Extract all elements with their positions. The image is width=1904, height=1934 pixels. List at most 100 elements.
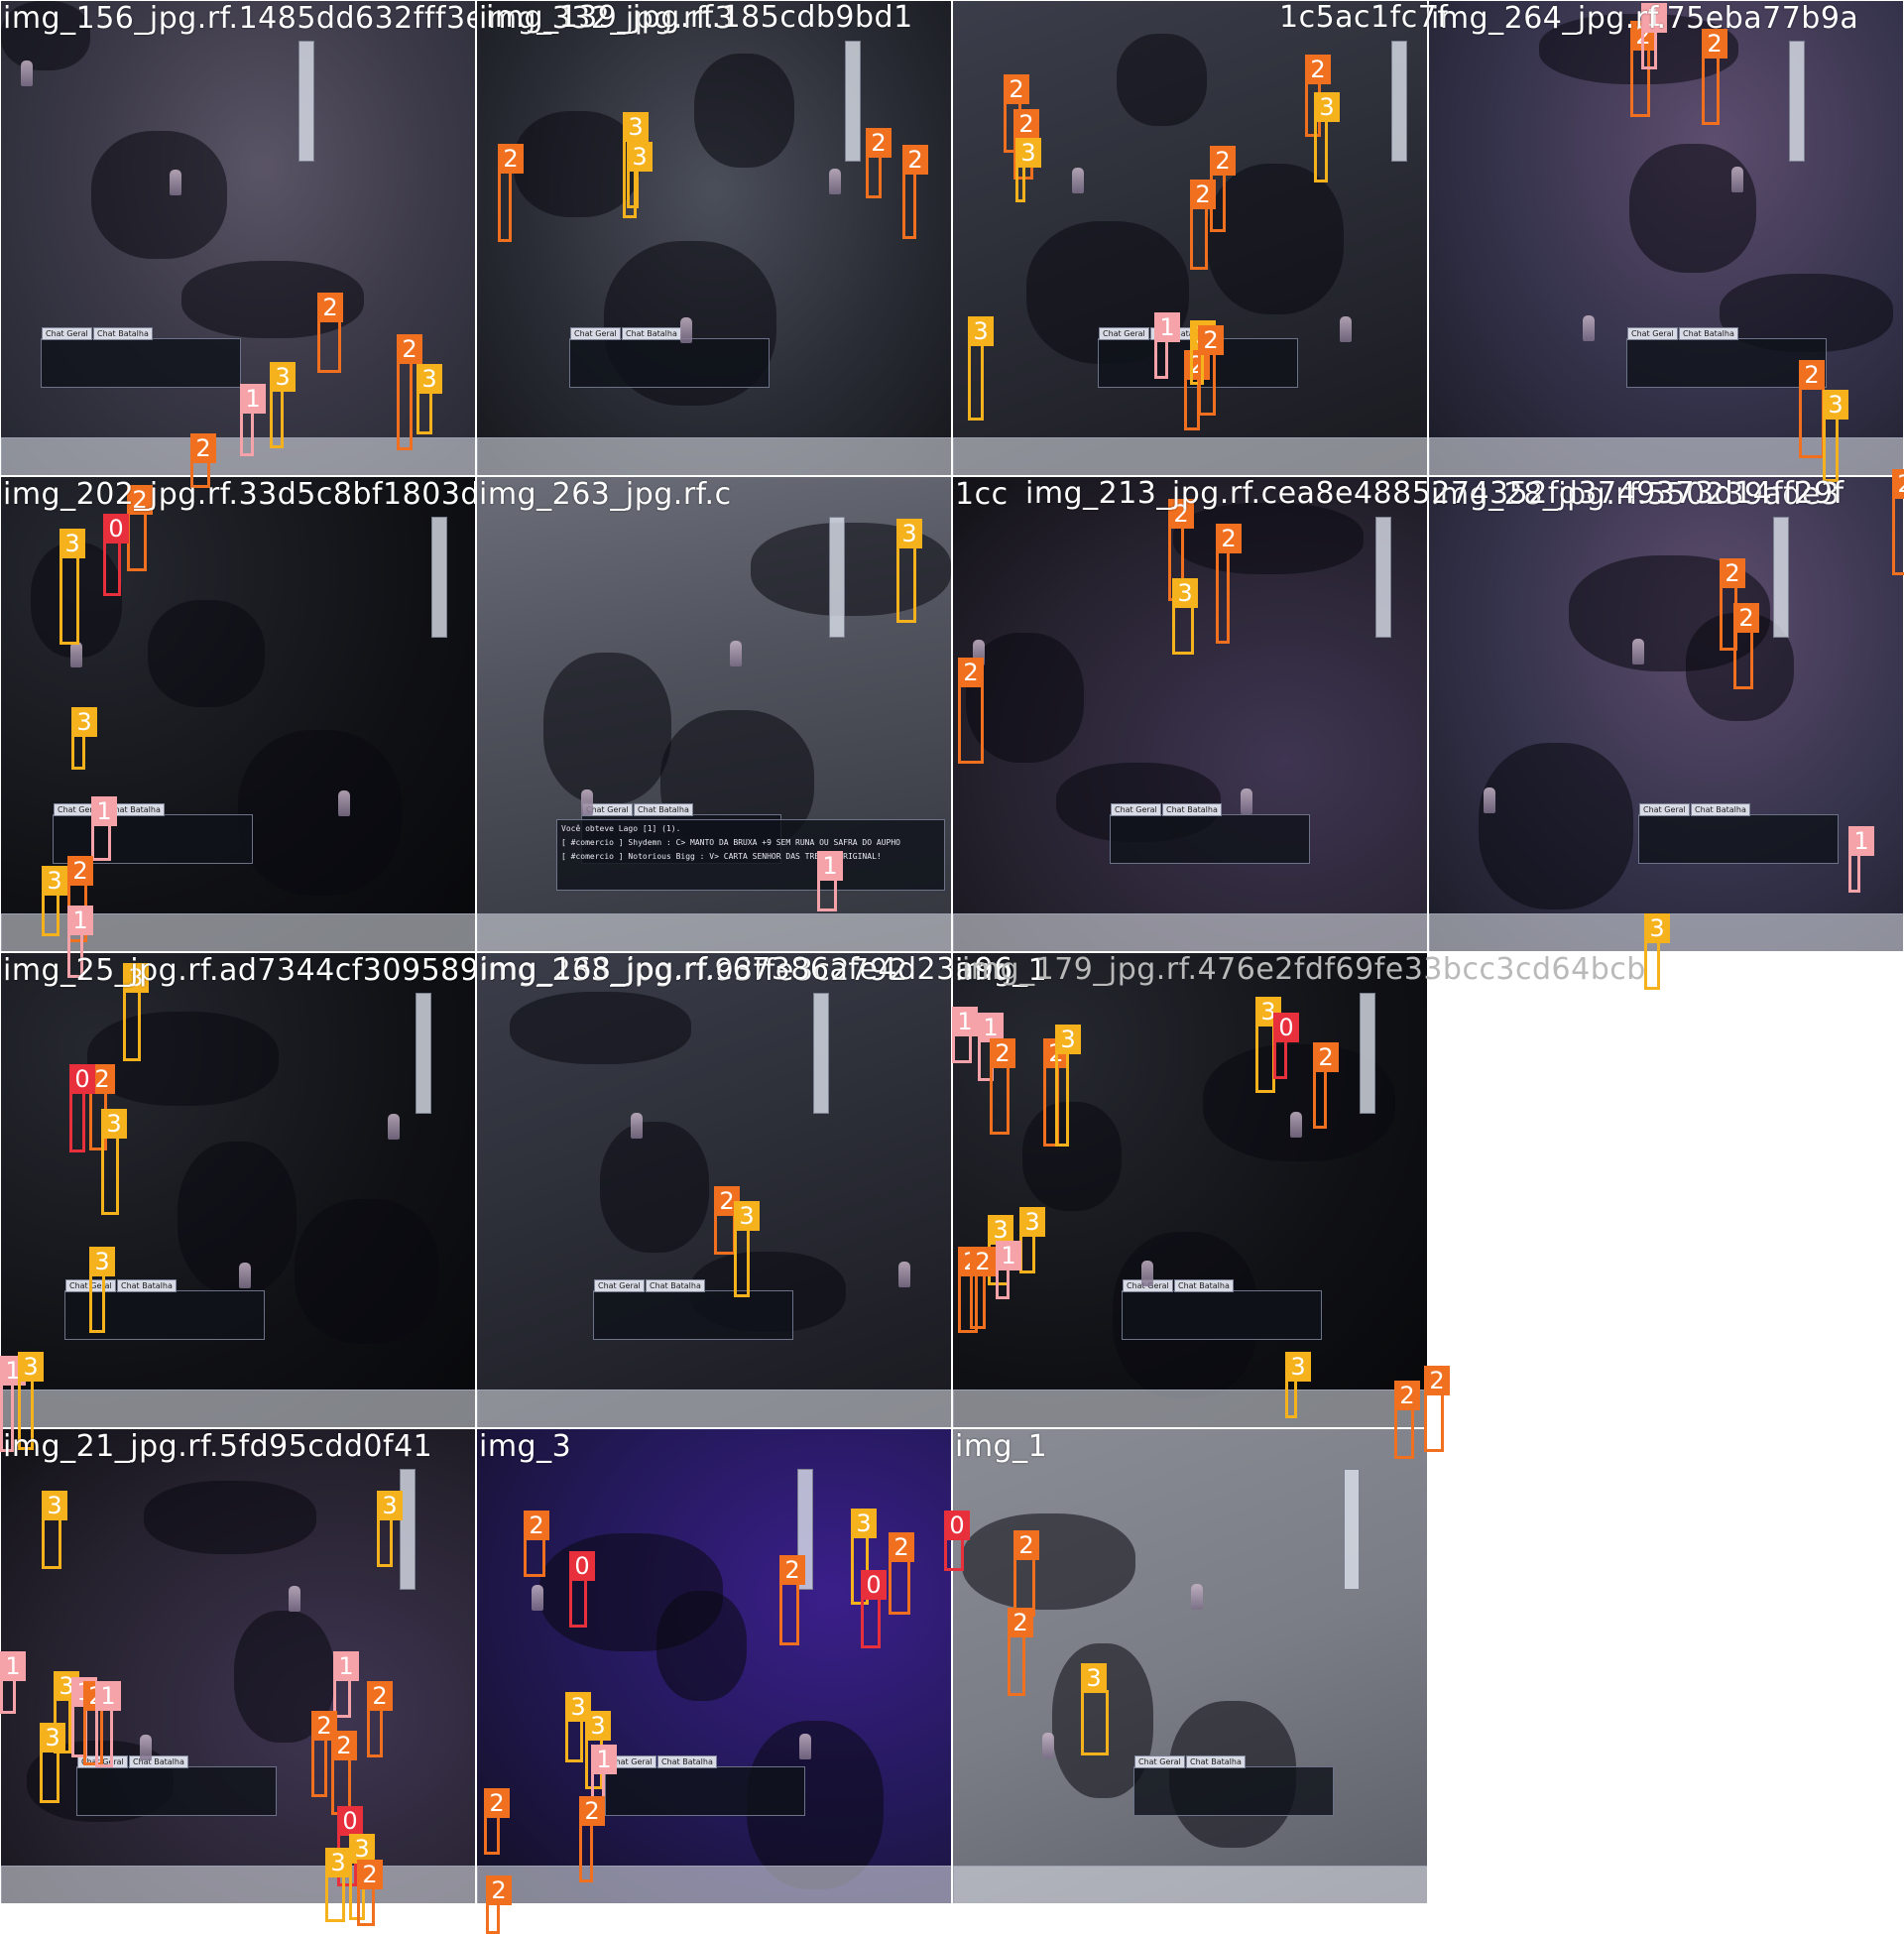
class-label-badge: 2: [1892, 469, 1904, 499]
chat-window[interactable]: Chat GeralChat Batalha: [76, 1755, 277, 1816]
class-label-badge: 3: [1172, 578, 1198, 608]
game-hotbar[interactable]: [477, 913, 951, 951]
chat-tab-general[interactable]: Chat Geral: [1134, 1755, 1185, 1768]
chat-tab-battle[interactable]: Chat Batalha: [93, 327, 153, 340]
chat-tab-general[interactable]: Chat Geral: [1099, 327, 1149, 340]
chat-window[interactable]: Chat GeralChat Batalha: [1122, 1279, 1322, 1340]
chat-tab-battle[interactable]: Chat Batalha: [1186, 1755, 1246, 1768]
player-sprite: [1042, 1733, 1054, 1758]
chat-window[interactable]: Chat GeralChat Batalha: [1626, 327, 1827, 388]
class-label-badge: 0: [1273, 1013, 1299, 1042]
chat-window[interactable]: Chat GeralChat Batalha: [1638, 803, 1839, 864]
chat-tab-general[interactable]: Chat Geral: [570, 327, 621, 340]
detection-box-class-3: 3: [1015, 138, 1041, 202]
tile-filename-label: img_139_jpg.rf.185cdb9bd1: [486, 0, 913, 35]
chat-tab-battle[interactable]: Chat Batalha: [1679, 327, 1738, 340]
skill-bar[interactable]: [431, 517, 447, 638]
skill-bar[interactable]: [1360, 993, 1375, 1114]
detection-box-class-2: 2: [958, 658, 984, 764]
chat-tab-battle[interactable]: Chat Batalha: [622, 327, 681, 340]
class-label-badge: 2: [1210, 146, 1236, 176]
class-label-badge: 0: [103, 514, 129, 544]
chat-tab-battle[interactable]: Chat Batalha: [634, 803, 693, 816]
mosaic-tile: Chat Geral Chat Batalha 1cc: [952, 476, 1428, 952]
game-hotbar[interactable]: [477, 437, 951, 475]
detection-box-class-3: 3: [1285, 1352, 1311, 1418]
game-hotbar[interactable]: [953, 437, 1427, 475]
chat-tab-general[interactable]: Chat Geral: [1627, 327, 1678, 340]
class-label-badge: 3: [734, 1201, 760, 1231]
mosaic-tile: Chat Geral Chat Batalha img_1: [952, 952, 1428, 1428]
detection-box-class-1: 1: [1641, 3, 1667, 69]
skill-bar[interactable]: [1773, 517, 1789, 638]
chat-tab-battle[interactable]: Chat Batalha: [1691, 803, 1750, 816]
detection-box-class-2: 2: [1799, 360, 1825, 458]
chat-window[interactable]: Chat GeralChat Batalha: [1110, 803, 1310, 864]
detection-box-class-3: 3: [565, 1692, 591, 1762]
skill-bar[interactable]: [1375, 517, 1391, 638]
skill-bar[interactable]: [416, 993, 431, 1114]
chat-tab-general[interactable]: Chat Geral: [1111, 803, 1161, 816]
detection-box-class-1: 1: [952, 1007, 978, 1063]
mosaic-tile: [1428, 952, 1904, 1428]
player-sprite: [388, 1114, 400, 1140]
chat-tab-battle[interactable]: Chat Batalha: [129, 1755, 188, 1768]
class-label-badge: 2: [1305, 55, 1331, 84]
skill-bar[interactable]: [1789, 41, 1805, 162]
class-label-badge: 0: [69, 1064, 95, 1094]
rock-shadow: [600, 1122, 709, 1253]
chat-window[interactable]: Chat GeralChat Batalha: [605, 1755, 805, 1816]
detection-box-class-1: 1: [1154, 312, 1180, 379]
game-hotbar[interactable]: [953, 913, 1427, 951]
chat-tab-battle[interactable]: Chat Batalha: [657, 1755, 717, 1768]
player-sprite: [631, 1113, 643, 1139]
skill-bar[interactable]: [829, 517, 845, 638]
chat-tab-general[interactable]: Chat Geral: [594, 1279, 645, 1292]
game-hotbar[interactable]: [477, 1866, 951, 1903]
tile-filename-label: img_263_jpg.rf.c: [479, 477, 732, 512]
detection-box-class-2: 2: [524, 1511, 549, 1577]
chat-window[interactable]: Chat GeralChat Batalha: [593, 1279, 793, 1340]
game-hotbar[interactable]: [1, 1390, 475, 1427]
class-label-badge: 2: [1198, 325, 1224, 355]
chat-tab-battle[interactable]: Chat Batalha: [1162, 803, 1222, 816]
chat-tab-general[interactable]: Chat Geral: [1639, 803, 1690, 816]
skill-bar[interactable]: [400, 1469, 416, 1590]
skill-bar[interactable]: [1344, 1469, 1360, 1590]
detection-box-class-3: 3: [60, 529, 85, 645]
player-sprite: [140, 1735, 152, 1760]
class-label-badge: 2: [367, 1681, 393, 1711]
chat-tab-battle[interactable]: Chat Batalha: [646, 1279, 705, 1292]
skill-bar[interactable]: [1391, 41, 1407, 162]
skill-bar[interactable]: [813, 993, 829, 1114]
skill-bar[interactable]: [298, 41, 314, 162]
class-label-badge: 2: [498, 144, 524, 174]
chat-tab-general[interactable]: Chat Geral: [42, 327, 92, 340]
class-label-badge: 3: [270, 362, 296, 392]
game-hotbar[interactable]: [953, 1866, 1427, 1903]
player-sprite: [829, 169, 841, 194]
tile-filename-label: img_25_jpg.rf.ad7344cf3095890211c: [3, 953, 476, 988]
class-label-badge: 1: [1848, 826, 1874, 856]
chat-window[interactable]: Chat GeralChat Batalha: [1133, 1755, 1334, 1816]
game-hotbar[interactable]: [477, 1390, 951, 1427]
tile-filename-label: img_3: [479, 1429, 572, 1464]
detection-box-class-2: 2: [1008, 1608, 1033, 1696]
class-label-badge: 1: [0, 1651, 26, 1681]
class-label-badge: 1: [1154, 312, 1180, 342]
chat-window[interactable]: Chat GeralChat Batalha: [41, 327, 241, 388]
class-label-badge: 2: [357, 1860, 383, 1889]
chat-tab-battle[interactable]: Chat Batalha: [1174, 1279, 1234, 1292]
chat-window-detail[interactable]: Você obteve Lago [1] (1). [ #comercio ] S…: [556, 819, 945, 891]
chat-tab-battle[interactable]: Chat Batalha: [117, 1279, 177, 1292]
class-label-badge: 1: [996, 1241, 1021, 1270]
detection-box-class-3: 3: [1019, 1207, 1045, 1273]
class-label-badge: 0: [569, 1551, 595, 1581]
game-hotbar[interactable]: [1, 1866, 475, 1903]
game-hotbar[interactable]: [953, 1390, 1427, 1427]
detection-box-class-3: 3: [416, 364, 442, 434]
skill-bar[interactable]: [845, 41, 861, 162]
detection-box-class-2: 2: [866, 128, 892, 198]
chat-window[interactable]: Chat GeralChat Batalha: [569, 327, 770, 388]
tile-filename-label: img_213_jpg.rf.cea8e4885274352fd3749373d…: [1025, 476, 1844, 511]
